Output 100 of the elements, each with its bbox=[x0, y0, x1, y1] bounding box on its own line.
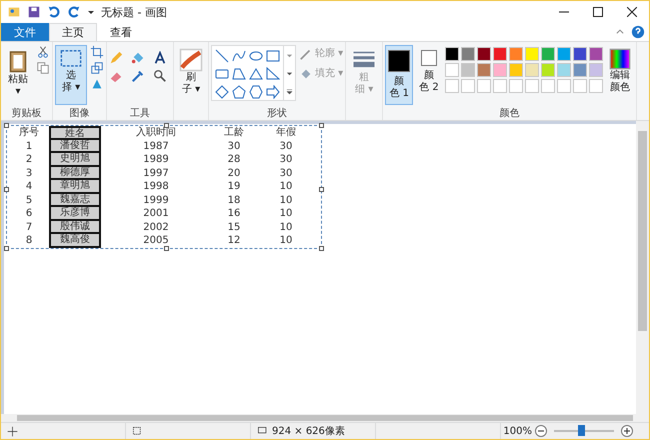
color-slot-button[interactable]: 颜 色 2 bbox=[416, 45, 442, 105]
color-swatch[interactable] bbox=[540, 47, 555, 61]
table-cell: 魏高俊 bbox=[49, 234, 101, 248]
color-swatch[interactable] bbox=[444, 63, 459, 77]
table-cell-text: 1987 bbox=[142, 140, 170, 153]
header-cell-text: 年假 bbox=[275, 126, 297, 140]
shape-icon[interactable] bbox=[215, 49, 229, 63]
shape-icon[interactable] bbox=[215, 67, 229, 81]
table-cell: 魏嘉志 bbox=[49, 194, 101, 207]
close-icon bbox=[627, 7, 637, 17]
table-cell-text: 10 bbox=[278, 180, 294, 194]
color-swatch[interactable] bbox=[556, 47, 571, 61]
fill-icon bbox=[299, 67, 313, 81]
shape-icon[interactable] bbox=[266, 85, 280, 99]
header-cell-text: 入职时间 bbox=[135, 126, 177, 140]
drawing-canvas[interactable]: 序号 姓名 入职时间 工龄 年假 1 潘俊哲 1987 30 30 2 史明旭 1989 28 30 3 柳德厚 1997 20 30 4 章明旭 1998 19 10 5 魏嘉志 1999 18 10 6 乐彦博 2001 16 10 7 殷伟诚 2002 15 10 8 魏高俊 2005 12 10 bbox=[4, 124, 636, 414]
shape-icon[interactable] bbox=[266, 49, 280, 63]
edit-colors-button[interactable]: 编辑 颜色 bbox=[606, 45, 634, 105]
color-swatch[interactable] bbox=[476, 63, 491, 77]
brush-icon bbox=[179, 48, 203, 72]
color-spectrum-icon bbox=[608, 48, 631, 70]
table-cell-text: 1 bbox=[24, 140, 34, 153]
color-swatch[interactable] bbox=[460, 63, 475, 77]
shape-icon[interactable] bbox=[232, 85, 246, 99]
move-cursor-icon bbox=[7, 426, 18, 436]
table-cell-text: 6 bbox=[24, 207, 34, 220]
table-cell-text: 2002 bbox=[142, 220, 170, 234]
shape-icon[interactable] bbox=[232, 67, 246, 81]
minus-icon bbox=[538, 428, 544, 434]
color-slot-button[interactable]: 颜 色 1 bbox=[385, 45, 414, 105]
group-label: 颜色 bbox=[499, 106, 520, 120]
table-cell: 史明旭 bbox=[49, 153, 101, 166]
color-swatch[interactable] bbox=[540, 63, 555, 77]
caret-icon bbox=[286, 52, 293, 58]
paste-button[interactable]: 粘贴 ▾ bbox=[3, 45, 33, 105]
brush-button[interactable]: 刷 子 ▾ bbox=[176, 45, 206, 105]
ribbon-tab[interactable]: 主页 bbox=[49, 23, 97, 41]
pencil-icon bbox=[109, 51, 123, 65]
selection-size-icon bbox=[132, 426, 143, 436]
horizontal-scrollbar[interactable] bbox=[1, 414, 649, 422]
shape-icon[interactable] bbox=[249, 85, 263, 99]
table-cell-text: 2001 bbox=[142, 207, 170, 220]
shape-icon[interactable] bbox=[232, 49, 246, 63]
selection-outline[interactable]: 序号 姓名 入职时间 工龄 年假 1 潘俊哲 1987 30 30 2 史明旭 1989 28 30 3 柳德厚 1997 20 30 4 章明旭 1998 19 10 5 魏嘉志 1999 18 10 6 乐彦博 2001 16 10 7 殷伟诚 2002 15 10 8 魏高俊 2005 12 10 bbox=[6, 125, 322, 248]
table-cell-text: 30 bbox=[278, 140, 294, 153]
shape-icon[interactable] bbox=[266, 67, 280, 81]
table-cell-text: 4 bbox=[24, 180, 34, 194]
table-cell-text: 16 bbox=[226, 207, 242, 220]
color-swatch[interactable] bbox=[524, 47, 539, 61]
header-cell-text: 序号 bbox=[18, 126, 40, 140]
vertical-scrollbar[interactable] bbox=[636, 121, 649, 414]
help-icon bbox=[631, 25, 645, 39]
table-cell: 柳德厚 bbox=[49, 166, 101, 180]
zoom-out-button[interactable] bbox=[535, 425, 547, 437]
zoom-slider-thumb[interactable] bbox=[578, 425, 585, 436]
color-swatch[interactable] bbox=[572, 47, 587, 61]
shapes-gallery[interactable] bbox=[211, 45, 296, 101]
color-swatch[interactable] bbox=[492, 47, 507, 61]
table-cell-text: 10 bbox=[278, 220, 294, 234]
magnifier-icon bbox=[153, 69, 167, 83]
color-swatch[interactable] bbox=[492, 63, 507, 77]
color-swatch[interactable] bbox=[460, 47, 475, 61]
group-label: 工具 bbox=[130, 107, 150, 120]
color-swatch[interactable] bbox=[556, 63, 571, 77]
scissors-icon bbox=[36, 45, 50, 59]
shape-icon[interactable] bbox=[249, 49, 263, 63]
redo-icon bbox=[67, 5, 81, 19]
color-swatch[interactable] bbox=[476, 47, 491, 61]
maximize-icon bbox=[593, 7, 603, 17]
table-cell-text: 2 bbox=[24, 153, 34, 166]
table-cell: 乐彦博 bbox=[49, 207, 101, 220]
caret-icon bbox=[286, 88, 293, 94]
file-menu-button[interactable]: 文件 bbox=[1, 23, 49, 41]
shape-icon[interactable] bbox=[249, 67, 263, 81]
header-cell: 姓名 bbox=[49, 126, 101, 140]
color-swatch[interactable] bbox=[588, 63, 603, 77]
color-swatch[interactable] bbox=[572, 63, 587, 77]
select-button[interactable]: 选 择 ▾ bbox=[55, 45, 87, 105]
table-cell-text: 5 bbox=[24, 194, 34, 207]
color-swatch[interactable] bbox=[508, 47, 523, 61]
color-swatch[interactable] bbox=[508, 63, 523, 77]
table-cell-text: 30 bbox=[278, 166, 294, 180]
shape-icon[interactable] bbox=[215, 85, 229, 99]
text-icon bbox=[153, 51, 167, 65]
table-cell-text: 20 bbox=[226, 166, 242, 180]
color-swatch[interactable] bbox=[588, 47, 603, 61]
group-label: 形状 bbox=[267, 106, 288, 120]
table-cell-text: 30 bbox=[278, 153, 294, 166]
table-cell-text: 1999 bbox=[142, 194, 170, 207]
color-swatch[interactable] bbox=[444, 47, 459, 61]
outline-icon bbox=[299, 47, 313, 61]
resize-icon bbox=[90, 61, 104, 75]
crop-icon bbox=[90, 45, 104, 59]
table-cell-text: 3 bbox=[24, 166, 34, 180]
canvas-size: 924 × 626像素 bbox=[272, 424, 345, 438]
zoom-in-button[interactable] bbox=[621, 425, 633, 437]
zoom-level: 100% bbox=[503, 426, 532, 436]
color-swatch[interactable] bbox=[524, 63, 539, 77]
table-cell: 殷伟诚 bbox=[49, 220, 101, 234]
table-cell: 章明旭 bbox=[49, 180, 101, 194]
